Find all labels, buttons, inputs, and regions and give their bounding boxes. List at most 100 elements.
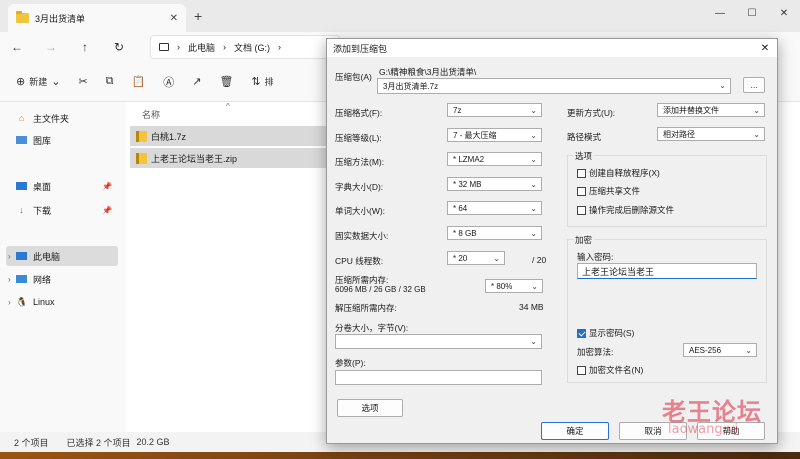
checkbox-icon	[577, 186, 586, 196]
sidebar-item-home[interactable]: ⌂ 主文件夹	[6, 108, 118, 128]
solid-block-select[interactable]: * 8 GB ⌄	[447, 226, 542, 240]
address-bar[interactable]: › 此电脑 › 文档 (G:) ›	[150, 35, 340, 59]
rename-icon[interactable]: Ⓐ	[163, 74, 174, 90]
share-icon[interactable]: ↗	[192, 75, 201, 88]
shared-files-checkbox[interactable]: 压缩共享文件	[577, 185, 640, 197]
new-button[interactable]: ⊕ 新建 ⌄	[16, 75, 60, 88]
paste-icon[interactable]: 📋	[132, 75, 146, 88]
archive-path: G:\精神粮食\3月出货清单\	[379, 67, 477, 77]
word-size-label: 单词大小(W):	[335, 206, 386, 216]
up-arrow-icon[interactable]: ↑	[68, 40, 102, 54]
update-mode-select[interactable]: 添加并替换文件 ⌄	[657, 103, 765, 117]
folder-icon	[16, 11, 29, 23]
path-mode-select[interactable]: 相对路径 ⌄	[657, 127, 765, 141]
computer-icon	[159, 43, 169, 51]
chevron-down-icon: ⌄	[745, 346, 752, 355]
tab-title: 3月出货清单	[35, 13, 86, 24]
new-icon: ⊕	[16, 76, 26, 88]
browse-button[interactable]: ...	[743, 77, 765, 93]
encrypt-filenames-checkbox[interactable]: 加密文件名(N)	[577, 364, 643, 376]
chevron-right-icon[interactable]: ›	[8, 298, 11, 307]
split-size-select[interactable]: ⌄	[335, 334, 542, 349]
new-tab-icon[interactable]: +	[194, 8, 202, 24]
chevron-down-icon: ⌄	[531, 282, 538, 291]
chevron-down-icon: ⌄	[530, 131, 537, 140]
chevron-right-icon[interactable]: ›	[8, 275, 11, 284]
chevron-down-icon: ⌄	[530, 155, 537, 164]
explorer-tab[interactable]: 3月出货清单 ✕	[8, 4, 186, 32]
dialog-title: 添加到压缩包	[333, 43, 388, 54]
pin-icon[interactable]: 📌	[102, 206, 112, 215]
zip-file-icon	[136, 130, 147, 142]
dictionary-label: 字典大小(D):	[335, 182, 384, 192]
delete-after-checkbox[interactable]: 操作完成后删除源文件	[577, 204, 674, 216]
breadcrumb-item[interactable]: 文档 (G:)	[234, 41, 270, 54]
file-row[interactable]: 上老王论坛当老王.zip2	[130, 148, 340, 168]
password-input[interactable]: 上老王论坛当老王	[577, 263, 757, 279]
params-label: 参数(P):	[335, 358, 366, 368]
gallery-icon	[16, 136, 27, 144]
selection-size: 20.2 GB	[136, 437, 170, 447]
sfx-checkbox[interactable]: 创建自释放程序(X)	[577, 167, 660, 179]
show-password-checkbox[interactable]: 显示密码(S)	[577, 327, 634, 339]
linux-icon: 🐧	[16, 297, 28, 307]
chevron-down-icon: ⌄	[530, 180, 537, 189]
method-select[interactable]: * LZMA2 ⌄	[447, 152, 542, 166]
sidebar-item-downloads[interactable]: ↓ 下载 📌	[6, 200, 118, 220]
close-tab-icon[interactable]: ✕	[170, 13, 178, 24]
method-label: 压缩方法(M):	[335, 157, 385, 167]
close-icon[interactable]: ✕	[753, 43, 777, 54]
file-row[interactable]: 白桃1.7z2	[130, 126, 340, 146]
chevron-down-icon: ⌄	[530, 106, 537, 115]
download-icon: ↓	[19, 205, 24, 215]
maximize-icon[interactable]: ☐	[736, 0, 768, 26]
close-window-icon[interactable]: ✕	[768, 0, 800, 26]
word-size-select[interactable]: * 64 ⌄	[447, 201, 542, 215]
copy-icon[interactable]: ⧉	[106, 75, 114, 88]
sidebar-item-network[interactable]: › 网络	[6, 269, 118, 289]
cut-icon[interactable]: ✂	[78, 75, 87, 88]
sidebar-item-gallery[interactable]: 图库	[6, 130, 118, 150]
options-group-title: 选项	[573, 150, 595, 162]
path-mode-label: 路径模式	[567, 132, 602, 142]
chevron-down-icon: ⌄	[530, 337, 537, 346]
ok-button[interactable]: 确定	[541, 422, 609, 440]
navigation-pane: ⌂ 主文件夹 图库 桌面 📌 ↓ 下载 📌 › 此电脑 › 网络 › 🐧 Linux	[0, 102, 126, 432]
update-mode-label: 更新方式(U):	[567, 108, 616, 118]
level-label: 压缩等级(L):	[335, 133, 382, 143]
level-select[interactable]: 7 - 最大压缩 ⌄	[447, 128, 542, 142]
refresh-icon[interactable]: ↻	[102, 40, 136, 54]
checkbox-checked-icon	[577, 328, 586, 338]
column-header-name[interactable]: 名称	[142, 108, 160, 121]
options-button[interactable]: 选项	[337, 399, 403, 417]
memory-select[interactable]: * 80% ⌄	[485, 279, 543, 293]
sidebar-item-desktop[interactable]: 桌面 📌	[6, 176, 118, 196]
dictionary-select[interactable]: * 32 MB ⌄	[447, 177, 542, 191]
delete-icon[interactable]: 🗑	[219, 75, 233, 88]
item-count: 2 个项目	[14, 437, 49, 448]
split-size-label: 分卷大小，字节(V):	[335, 323, 409, 333]
checkbox-icon	[577, 205, 586, 215]
cpu-threads-select[interactable]: * 20 ⌄	[447, 251, 505, 265]
forward-arrow-icon[interactable]: →	[34, 40, 68, 54]
encryption-method-select[interactable]: AES-256 ⌄	[683, 343, 757, 357]
minimize-icon[interactable]: —	[704, 0, 736, 26]
chevron-right-icon[interactable]: ›	[8, 252, 11, 261]
breadcrumb-item[interactable]: 此电脑	[188, 41, 215, 54]
pin-icon[interactable]: 📌	[102, 182, 112, 191]
home-icon: ⌂	[18, 113, 25, 123]
tab-bar: 3月出货清单 ✕ + — ☐ ✕	[0, 0, 800, 32]
network-icon	[16, 275, 27, 283]
sort-button[interactable]: ⇅ 排	[251, 75, 273, 88]
params-input[interactable]	[335, 370, 542, 385]
sort-indicator-icon: ^	[226, 102, 230, 111]
sort-icon: ⇅	[251, 76, 261, 88]
format-select[interactable]: 7z ⌄	[447, 103, 542, 117]
sidebar-item-linux[interactable]: › 🐧 Linux	[6, 292, 118, 312]
chevron-down-icon: ⌄	[530, 204, 537, 213]
cpu-threads-total: / 20	[532, 255, 547, 265]
sidebar-item-this-pc[interactable]: › 此电脑	[6, 246, 118, 266]
archive-name-combobox[interactable]: 3月出货清单.7z ⌄	[377, 78, 731, 94]
chevron-down-icon: ⌄	[530, 229, 537, 238]
back-arrow-icon[interactable]: ←	[0, 40, 34, 54]
